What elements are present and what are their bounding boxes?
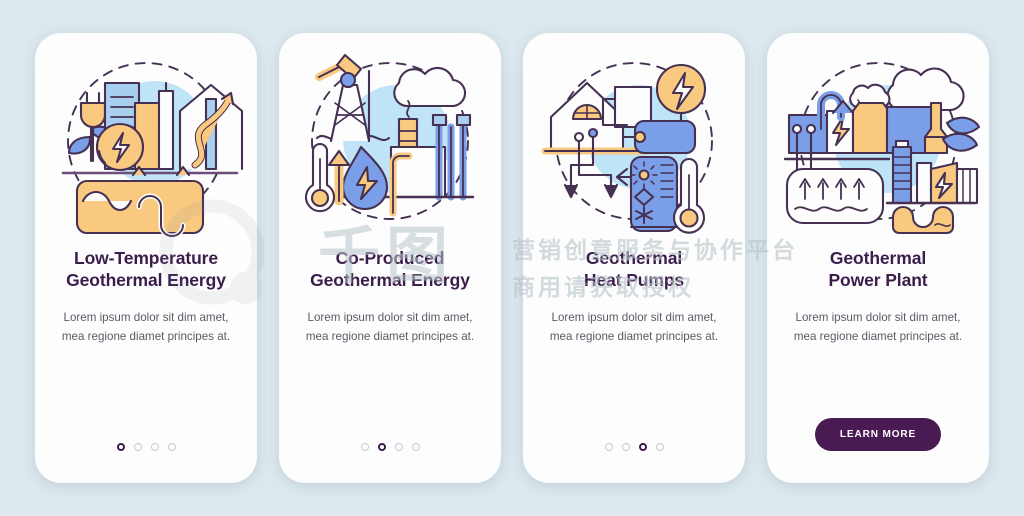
pagination-dot-3[interactable] xyxy=(394,443,403,451)
pagination-dot-4[interactable] xyxy=(655,443,664,451)
pagination-dot-3[interactable] xyxy=(638,443,647,451)
power-plant-turbine-reservoir-icon xyxy=(775,41,981,241)
pagination-dot-4[interactable] xyxy=(411,443,420,451)
pagination-dot-1[interactable] xyxy=(360,443,369,451)
pagination-dot-2[interactable] xyxy=(377,443,386,451)
card-footer xyxy=(35,443,257,451)
pagination-dots[interactable] xyxy=(360,443,420,451)
pagination-dot-3[interactable] xyxy=(150,443,159,451)
card-title: Low-Temperature Geothermal Energy xyxy=(66,248,226,291)
house-heat-pump-thermometer-icon xyxy=(531,41,737,241)
geothermal-buildings-loop-icon xyxy=(43,41,249,241)
pagination-dots[interactable] xyxy=(116,443,176,451)
card-description: Lorem ipsum dolor sit dim amet, mea regi… xyxy=(793,310,963,343)
pagination-dot-2[interactable] xyxy=(621,443,630,451)
card-footer: LEARN MORE xyxy=(767,418,989,451)
onboarding-screens-row: Low-Temperature Geothermal Energy Lorem … xyxy=(0,0,1024,516)
card-description: Lorem ipsum dolor sit dim amet, mea regi… xyxy=(305,310,475,343)
card-footer xyxy=(523,443,745,451)
pagination-dot-1[interactable] xyxy=(604,443,613,451)
onboarding-card-geothermal-power-plant[interactable]: Geothermal Power Plant Lorem ipsum dolor… xyxy=(767,33,989,483)
card-title: Co-Produced Geothermal Energy xyxy=(310,248,470,291)
learn-more-button[interactable]: LEARN MORE xyxy=(814,418,942,451)
card-title: Geothermal Power Plant xyxy=(828,248,928,291)
onboarding-card-low-temperature-geothermal-energy[interactable]: Low-Temperature Geothermal Energy Lorem … xyxy=(35,33,257,483)
onboarding-card-geothermal-heat-pumps[interactable]: Geothermal Heat Pumps Lorem ipsum dolor … xyxy=(523,33,745,483)
card-footer xyxy=(279,443,501,451)
pagination-dot-4[interactable] xyxy=(167,443,176,451)
pagination-dot-2[interactable] xyxy=(133,443,142,451)
oil-rig-factory-droplet-icon xyxy=(287,41,493,241)
pagination-dot-1[interactable] xyxy=(116,443,125,451)
card-title: Geothermal Heat Pumps xyxy=(583,248,685,291)
card-description: Lorem ipsum dolor sit dim amet, mea regi… xyxy=(549,310,719,343)
onboarding-card-co-produced-geothermal-energy[interactable]: Co-Produced Geothermal Energy Lorem ipsu… xyxy=(279,33,501,483)
pagination-dots[interactable] xyxy=(604,443,664,451)
card-description: Lorem ipsum dolor sit dim amet, mea regi… xyxy=(61,310,231,343)
